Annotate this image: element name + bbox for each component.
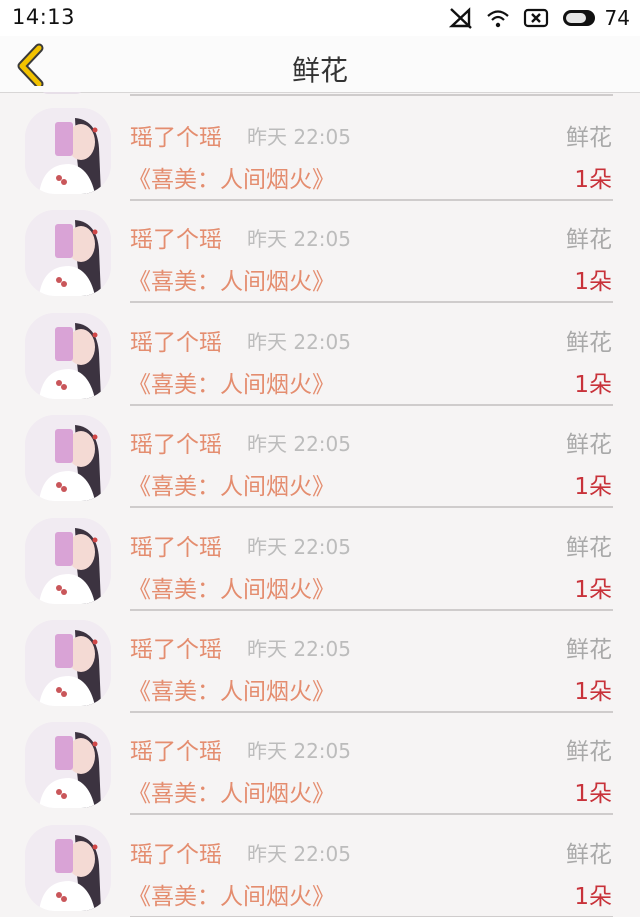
user-avatar[interactable] <box>25 108 111 194</box>
song-title[interactable]: 《喜美：人间烟火》 <box>128 570 335 604</box>
song-title[interactable]: 《喜美：人间烟火》 <box>128 672 335 706</box>
song-title[interactable]: 《喜美：人间烟火》 <box>128 774 335 808</box>
user-name[interactable]: 瑶了个瑶 <box>130 630 222 664</box>
battery-level: 74 <box>604 6 630 30</box>
gift-type: 鲜花 <box>566 227 612 254</box>
gift-record-item[interactable]: 瑶了个瑶 昨天 22:05 鲜花 《喜美：人间烟火》 1朵 <box>0 198 640 304</box>
flower-count: 1朵 <box>574 371 612 398</box>
status-bar: 14:13 74 <box>0 0 640 36</box>
user-name[interactable]: 瑶了个瑶 <box>130 425 222 459</box>
gift-time: 昨天 22:05 <box>247 637 351 661</box>
flower-count: 1朵 <box>574 474 612 501</box>
gift-time: 昨天 22:05 <box>247 227 351 252</box>
user-name[interactable]: 瑶了个瑶 <box>130 323 222 357</box>
battery-icon <box>561 7 599 29</box>
user-avatar[interactable] <box>25 517 111 604</box>
no-sim-icon <box>448 7 473 29</box>
page-title: 鲜花 <box>291 54 348 87</box>
song-title[interactable]: 《喜美：人间烟火》 <box>128 877 335 911</box>
flower-count: 1朵 <box>574 269 612 296</box>
gift-record-item[interactable]: 瑶了个瑶 昨天 22:05 鲜花 《喜美：人间烟火》 1朵 <box>0 813 640 917</box>
flower-count: 1朵 <box>574 883 612 910</box>
status-time: 14:13 <box>12 5 76 29</box>
song-title[interactable]: 《喜美：人间烟火》 <box>128 160 335 194</box>
gift-type: 鲜花 <box>566 432 612 459</box>
gift-time: 昨天 22:05 <box>247 841 351 866</box>
top-navigation-bar: 鲜花 <box>0 36 640 93</box>
gift-time: 昨天 22:05 <box>247 739 351 764</box>
gift-type: 鲜花 <box>566 739 612 766</box>
gift-time: 昨天 22:05 <box>247 534 351 559</box>
gift-type: 鲜花 <box>566 329 612 356</box>
user-avatar[interactable] <box>25 415 111 502</box>
user-avatar[interactable] <box>25 620 111 706</box>
gift-type: 鲜花 <box>566 534 612 561</box>
user-avatar[interactable] <box>25 312 111 399</box>
gift-type: 鲜花 <box>566 125 612 151</box>
flower-count: 1朵 <box>574 781 612 808</box>
flower-count: 1朵 <box>574 576 612 603</box>
user-name[interactable]: 瑶了个瑶 <box>130 732 222 766</box>
flower-count: 1朵 <box>574 167 612 193</box>
song-title[interactable]: 《喜美：人间烟火》 <box>128 262 335 296</box>
gift-type: 鲜花 <box>566 637 612 663</box>
gift-time: 昨天 22:05 <box>247 329 351 354</box>
flower-count: 1朵 <box>574 679 612 705</box>
wifi-icon <box>485 7 511 29</box>
gift-record-item[interactable]: 瑶了个瑶 昨天 22:05 鲜花 《喜美：人间烟火》 1朵 <box>0 96 640 201</box>
user-name[interactable]: 瑶了个瑶 <box>130 118 222 152</box>
gift-time: 昨天 22:05 <box>247 125 351 149</box>
gift-time: 昨天 22:05 <box>247 432 351 457</box>
close-box-icon <box>523 7 549 29</box>
flower-gift-list[interactable]: 瑶了个瑶 昨天 22:05 鲜花 《喜美：人间烟火》 1朵 瑶了个瑶 昨天 22… <box>0 92 640 917</box>
user-avatar[interactable] <box>25 824 111 911</box>
song-title[interactable]: 《喜美：人间烟火》 <box>128 467 335 501</box>
song-title[interactable]: 《喜美：人间烟火》 <box>128 365 335 399</box>
gift-record-item[interactable]: 瑶了个瑶 昨天 22:05 鲜花 《喜美：人间烟火》 1朵 <box>0 710 640 816</box>
gift-record-item[interactable]: 瑶了个瑶 昨天 22:05 鲜花 《喜美：人间烟火》 1朵 <box>0 301 640 406</box>
status-icons: 74 <box>448 6 630 30</box>
user-avatar[interactable] <box>25 722 111 809</box>
user-avatar[interactable] <box>25 210 111 297</box>
user-name[interactable]: 瑶了个瑶 <box>130 835 222 869</box>
gift-record-item[interactable]: 瑶了个瑶 昨天 22:05 鲜花 《喜美：人间烟火》 1朵 <box>0 403 640 509</box>
gift-type: 鲜花 <box>566 841 612 868</box>
gift-record-item[interactable]: 瑶了个瑶 昨天 22:05 鲜花 《喜美：人间烟火》 1朵 <box>0 506 640 611</box>
gift-record-item[interactable]: 瑶了个瑶 昨天 22:05 鲜花 《喜美：人间烟火》 1朵 <box>0 608 640 713</box>
user-name[interactable]: 瑶了个瑶 <box>130 528 222 562</box>
user-name[interactable]: 瑶了个瑶 <box>130 220 222 254</box>
